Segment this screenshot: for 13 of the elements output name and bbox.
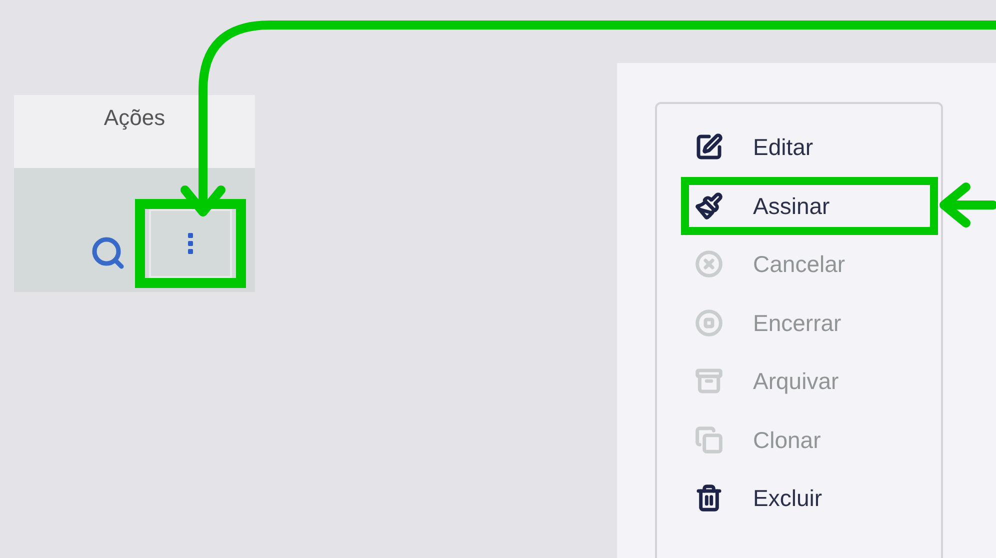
archive-icon [695,367,723,396]
edit-icon [695,133,723,162]
menu-item[interactable]: Excluir [681,469,938,528]
copy-icon [695,426,723,454]
menu-item[interactable]: Assinar [681,176,938,235]
brush-icon [695,192,723,220]
cancel-icon [695,250,723,278]
stop-icon [695,308,723,337]
column-header: Ações [104,104,166,132]
search-icon[interactable] [90,235,126,271]
trash-icon [695,484,723,512]
menu-item[interactable]: Editar [681,118,938,176]
more-button[interactable] [149,209,232,278]
